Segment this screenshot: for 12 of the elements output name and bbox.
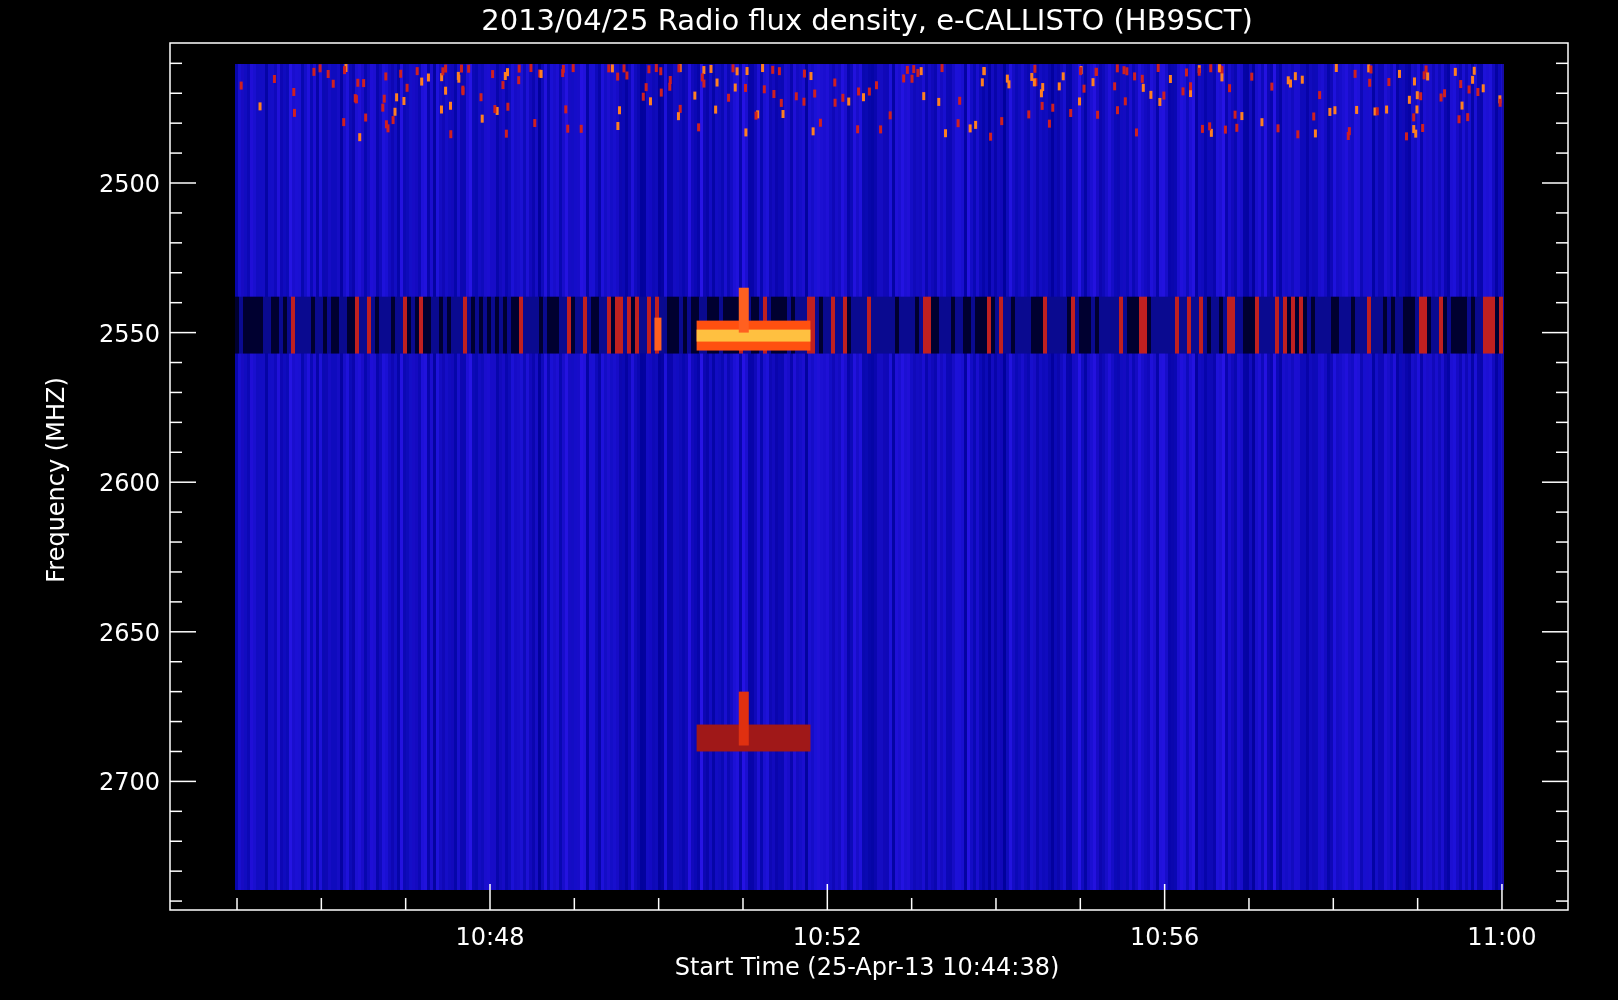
axis-tick-label: 10:52 — [792, 923, 862, 951]
axis-tick-label: 11:00 — [1467, 923, 1537, 951]
axis-tick-label: 10:56 — [1130, 923, 1200, 951]
axis-tick-label: 2550 — [98, 319, 160, 348]
axis-title: Frequency (MHZ) — [42, 377, 70, 583]
axis-tick-label: 10:48 — [455, 923, 525, 951]
axis-tick-label: 2700 — [98, 768, 160, 797]
axis-tick-label: 2650 — [98, 618, 160, 647]
axis-tick-label: 2600 — [98, 469, 160, 498]
axis-tick-label: 2500 — [98, 170, 160, 198]
axis-title: Start Time (25-Apr-13 10:44:38) — [674, 953, 1060, 981]
chart-title: 2013/04/25 Radio flux density, e-CALLISTO (HB9SCT) — [481, 3, 1253, 37]
